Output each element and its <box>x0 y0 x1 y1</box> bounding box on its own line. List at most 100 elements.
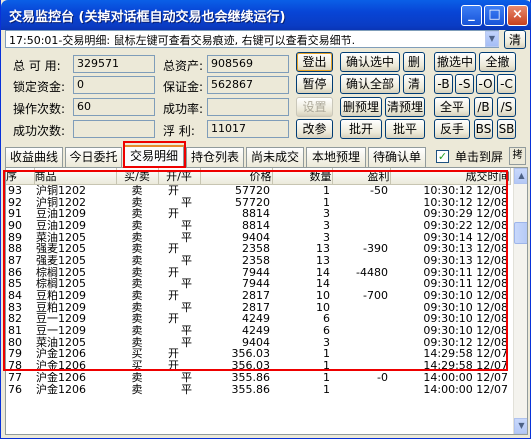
cell-seq: 93 <box>8 184 22 197</box>
modify-params-button[interactable]: 改参 <box>296 119 333 139</box>
settings-button[interactable]: 设置 <box>296 97 333 117</box>
cancel-all-button[interactable]: 全撤 <box>479 52 516 72</box>
col-header-buy-sell[interactable]: 买/卖 <box>116 168 159 185</box>
sb-button[interactable]: SB <box>497 119 516 139</box>
minimize-button[interactable]: _ <box>461 5 482 26</box>
table-row[interactable]: 89 菜油1205 卖 平 9404 3 09:30:14 12/08 <box>6 231 510 243</box>
minus-c-button[interactable]: -C <box>497 74 516 94</box>
cell-name: 豆粕1209 <box>36 289 86 302</box>
bs-button[interactable]: BS <box>474 119 493 139</box>
title-bar[interactable]: 交易监控台 (关掉对话框自动交易也会继续运行) _ □ × <box>1 0 531 30</box>
table-row[interactable]: 78 沪金1206 买 开 356.03 1 14:29:58 12/07 <box>6 360 510 372</box>
cell-buy-sell: 卖 <box>131 313 143 325</box>
status-message-combo[interactable]: 17:50:01-交易明细: 鼠标左键可查看交易痕迹, 右键可以查看交易细节. <box>5 30 499 48</box>
cell-open-close: 开 <box>168 242 179 255</box>
scroll-down-icon[interactable]: ▼ <box>514 418 527 434</box>
cell-profit <box>332 301 390 313</box>
cell-name: 沪金1206 <box>36 383 86 395</box>
cell-qty: 1 <box>323 184 330 197</box>
minus-b-button[interactable]: -B <box>434 74 453 94</box>
maximize-button[interactable]: □ <box>484 5 505 26</box>
reverse-button[interactable]: 反手 <box>434 119 470 139</box>
col-header-name[interactable]: 商品 <box>34 168 117 185</box>
flatten-all-button[interactable]: 全平 <box>434 97 470 117</box>
cell-time: 09:30:10 12/08 <box>423 301 508 314</box>
pause-button[interactable]: 暂停 <box>296 74 333 94</box>
cell-profit: -4480 <box>356 266 388 278</box>
delete-preorder-button[interactable]: 删预埋 <box>340 97 382 117</box>
col-header-price[interactable]: 价格 <box>200 168 273 185</box>
tab-profit-curve[interactable]: 收益曲线 <box>5 147 63 167</box>
cancel-selected-button[interactable]: 撤选中 <box>434 52 476 72</box>
tab-local-preorder[interactable]: 本地预埋 <box>306 147 366 167</box>
table-row[interactable]: 79 沪金1206 买 开 356.03 1 14:29:58 12/07 <box>6 348 510 360</box>
single-click-top-checkbox[interactable]: ✓ 单击到屏 <box>436 148 503 165</box>
cell-open-close: 平 <box>181 196 192 208</box>
cell-qty: 6 <box>323 313 330 325</box>
clear-message-button[interactable]: 清 <box>504 30 526 49</box>
cell-price: 7944 <box>242 278 270 290</box>
table-row[interactable]: 88 强麦1205 卖 开 2358 13 -390 09:30:13 12/08 <box>6 243 510 255</box>
cell-seq: 79 <box>8 348 22 360</box>
table-row[interactable]: 81 豆一1209 卖 平 4249 6 09:30:10 12/08 <box>6 325 510 337</box>
confirm-all-button[interactable]: 确认全部 <box>340 74 400 94</box>
table-row[interactable]: 76 沪金1206 卖 平 355.86 1 14:00:00 12/07 <box>6 383 510 395</box>
cell-qty: 3 <box>323 336 330 349</box>
close-button[interactable]: × <box>507 5 528 26</box>
table-row[interactable]: 84 豆粕1209 卖 开 2817 10 -700 09:30:10 12/08 <box>6 290 510 302</box>
cell-price: 9404 <box>242 231 270 243</box>
checkbox-checked-icon[interactable]: ✓ <box>436 150 449 163</box>
scroll-thumb[interactable] <box>514 222 527 244</box>
table-row[interactable]: 86 棕榈1205 卖 开 7944 14 -4480 09:30:11 12/08 <box>6 266 510 278</box>
table-row[interactable]: 87 强麦1205 卖 平 2358 13 09:30:13 12/08 <box>6 255 510 267</box>
chevron-down-icon[interactable]: ▼ <box>485 31 499 47</box>
clear-button[interactable]: 清 <box>403 74 425 94</box>
success-count-value <box>73 120 155 138</box>
col-header-seq[interactable]: 序 <box>6 168 35 185</box>
tab-unconfirmed[interactable]: 待确认单 <box>368 147 426 167</box>
cell-price: 356.03 <box>231 348 271 360</box>
table-row[interactable]: 77 沪金1206 卖 平 355.86 1 -0 14:00:00 12/07 <box>6 372 510 384</box>
col-header-qty[interactable]: 数量 <box>272 168 333 185</box>
table-row[interactable]: 92 沪铜1202 卖 平 57720 1 10:30:12 12/08 <box>6 196 510 208</box>
cell-time: 10:30:12 12/08 <box>423 196 508 208</box>
batch-close-button[interactable]: 批平 <box>385 119 425 139</box>
tab-scroll-right-icon[interactable]: 拷 <box>509 147 526 165</box>
table-row[interactable]: 90 豆油1209 卖 平 8814 3 09:30:22 12/08 <box>6 220 510 232</box>
vertical-scrollbar[interactable]: ▲ ▼ <box>513 168 527 434</box>
table-row[interactable]: 85 棕榈1205 卖 平 7944 14 09:30:11 12/08 <box>6 278 510 290</box>
tab-positions[interactable]: 持仓列表 <box>186 147 244 167</box>
tab-trade-details[interactable]: 交易明细 <box>124 145 184 168</box>
logout-button[interactable]: 登出 <box>296 52 333 72</box>
table-row[interactable]: 91 豆油1209 卖 开 8814 3 09:30:29 12/08 <box>6 208 510 220</box>
slash-b-button[interactable]: /B <box>474 97 493 117</box>
cell-open-close: 平 <box>181 324 192 337</box>
table-row[interactable]: 93 沪铜1202 卖 开 57720 1 -50 10:30:12 12/08 <box>6 185 510 197</box>
cell-open-close: 开 <box>168 359 179 372</box>
cell-seq: 81 <box>8 324 22 337</box>
slash-s-button[interactable]: /S <box>497 97 516 117</box>
col-header-time[interactable]: 成交时间 <box>390 168 511 185</box>
batch-open-button[interactable]: 批开 <box>340 119 382 139</box>
col-header-profit[interactable]: 盈利 <box>332 168 391 185</box>
cell-seq: 85 <box>8 278 22 290</box>
cell-profit <box>332 208 390 220</box>
tab-today-orders[interactable]: 今日委托 <box>65 147 122 167</box>
cell-profit: -0 <box>377 371 388 384</box>
cell-seq: 76 <box>8 383 22 395</box>
table-row[interactable]: 82 豆一1209 卖 开 4249 6 09:30:10 12/08 <box>6 313 510 325</box>
table-row[interactable]: 83 豆粕1209 卖 平 2817 10 09:30:10 12/08 <box>6 301 510 313</box>
single-click-top-label: 单击到屏 <box>455 150 504 164</box>
delete-button[interactable]: 删 <box>403 52 425 72</box>
table-row[interactable]: 80 菜油1205 卖 平 9404 3 09:30:12 12/08 <box>6 336 510 348</box>
minus-o-button[interactable]: -O <box>476 74 495 94</box>
clear-preorder-button[interactable]: 清预埋 <box>385 97 425 117</box>
scroll-up-icon[interactable]: ▲ <box>514 168 527 184</box>
minus-s-button[interactable]: -S <box>455 74 474 94</box>
cell-buy-sell: 卖 <box>131 324 143 337</box>
tab-pending[interactable]: 尚未成交 <box>246 147 304 167</box>
cell-seq: 83 <box>8 301 22 314</box>
col-header-open-close[interactable]: 开/平 <box>158 168 201 185</box>
operation-count-label: 操作次数: <box>13 102 66 116</box>
confirm-selected-button[interactable]: 确认选中 <box>340 52 400 72</box>
